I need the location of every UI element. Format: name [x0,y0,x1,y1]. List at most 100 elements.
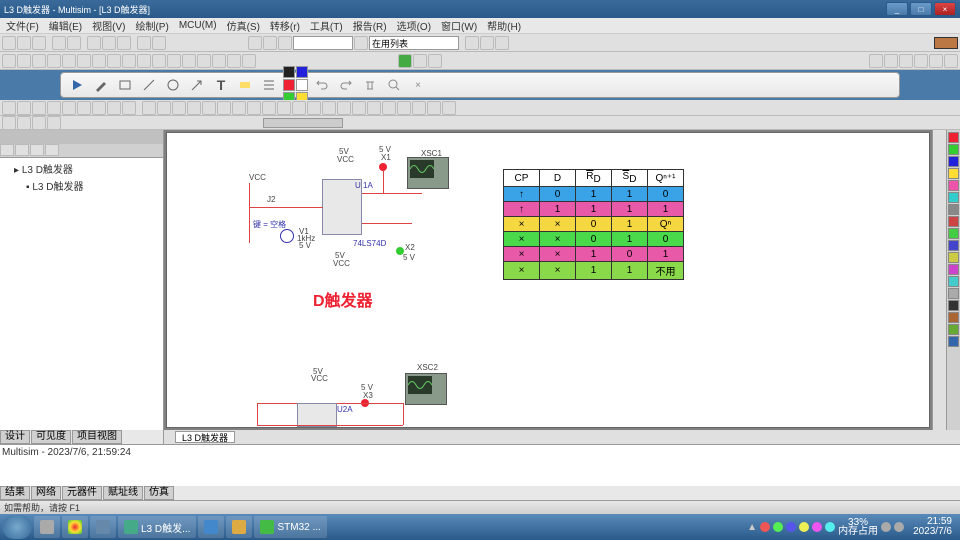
place-10[interactable] [142,101,156,115]
annot-line[interactable] [139,75,159,95]
sheet-tab[interactable]: L3 D触发器 [175,431,235,443]
place-19[interactable] [277,101,291,115]
tb-zoom-out[interactable] [263,36,277,50]
tb-cut[interactable] [87,36,101,50]
comp-b15[interactable] [212,54,226,68]
task-app5[interactable] [198,516,224,538]
place-12[interactable] [172,101,186,115]
annot-text[interactable]: T [211,75,231,95]
strip-0[interactable] [948,132,959,143]
maximize-button[interactable]: □ [910,2,932,16]
instr-5[interactable] [929,54,943,68]
strip-10[interactable] [948,252,959,263]
strip-6[interactable] [948,204,959,215]
place-30[interactable] [442,101,456,115]
annot-search[interactable] [384,75,404,95]
source-v1[interactable] [280,229,294,243]
strip-2[interactable] [948,156,959,167]
start-button[interactable] [2,515,32,539]
bptab-nets[interactable]: 网络 [31,486,61,500]
comp-b5[interactable] [62,54,76,68]
instr-4[interactable] [914,54,928,68]
color-black[interactable] [283,66,295,78]
tb-redo[interactable] [152,36,166,50]
place-24[interactable] [352,101,366,115]
tree-child[interactable]: ▪ L3 D触发器 [2,177,161,194]
annot-rect[interactable] [115,75,135,95]
place-22[interactable] [322,101,336,115]
place-6[interactable] [77,101,91,115]
comp-b4[interactable] [47,54,61,68]
bp-project[interactable]: 项目视图 [72,430,122,444]
color-red[interactable] [283,79,295,91]
tb-new[interactable] [2,36,16,50]
scroll-v[interactable] [932,130,946,430]
bptab-results[interactable]: 结果 [0,486,30,500]
place-29[interactable] [427,101,441,115]
comp-b9[interactable] [122,54,136,68]
tb-paste[interactable] [117,36,131,50]
place-21[interactable] [307,101,321,115]
place-23[interactable] [337,101,351,115]
tb-x[interactable] [465,36,479,50]
place-18[interactable] [262,101,276,115]
z2[interactable] [17,116,31,130]
tb-y[interactable] [480,36,494,50]
scroll-h-track[interactable] [236,430,960,444]
close-button[interactable]: × [934,2,956,16]
bptab-sim[interactable]: 仿真 [144,486,174,500]
menu-transfer[interactable]: 转移(r) [266,18,304,33]
comp-b3[interactable] [32,54,46,68]
tb-zoom-fit[interactable] [278,36,292,50]
comp-b10[interactable] [137,54,151,68]
strip-17[interactable] [948,336,959,347]
clock[interactable]: 21:592023/7/6 [907,517,958,537]
probe-x1[interactable] [379,163,387,171]
tb-open[interactable] [17,36,31,50]
panel-tab-1[interactable] [0,130,163,144]
run-button[interactable] [398,54,412,68]
tb-preview[interactable] [67,36,81,50]
bp-design[interactable]: 设计 [0,430,30,444]
tray-5[interactable] [812,522,822,532]
annot-colors[interactable] [283,66,308,104]
place-4[interactable] [47,101,61,115]
instr-1[interactable] [869,54,883,68]
minimize-button[interactable]: _ [886,2,908,16]
strip-16[interactable] [948,324,959,335]
menu-mcu[interactable]: MCU(M) [175,20,221,31]
ic-u2a[interactable] [297,403,337,427]
comp-b12[interactable] [167,54,181,68]
place-2[interactable] [17,101,31,115]
tray-net[interactable] [881,522,891,532]
zoom-slider[interactable] [263,118,343,128]
place-20[interactable] [292,101,306,115]
strip-13[interactable] [948,288,959,299]
comp-b8[interactable] [107,54,121,68]
mini-1[interactable] [0,144,14,156]
comp-b13[interactable] [182,54,196,68]
menu-window[interactable]: 窗口(W) [437,18,481,33]
strip-11[interactable] [948,264,959,275]
bp-visibility[interactable]: 可见度 [31,430,71,444]
strip-14[interactable] [948,300,959,311]
tb-copy[interactable] [102,36,116,50]
annot-undo[interactable] [312,75,332,95]
annot-highlight[interactable] [235,75,255,95]
annot-play[interactable] [67,75,87,95]
tray-vol[interactable] [894,522,904,532]
menu-options[interactable]: 选项(O) [393,18,435,33]
place-14[interactable] [202,101,216,115]
instr-3[interactable] [899,54,913,68]
menu-edit[interactable]: 编辑(E) [45,18,86,33]
tree-root[interactable]: ▸ L3 D触发器 [2,160,161,177]
oscilloscope-2[interactable] [405,373,447,405]
place-16[interactable] [232,101,246,115]
menu-file[interactable]: 文件(F) [2,18,43,33]
z4[interactable] [47,116,61,130]
place-9[interactable] [122,101,136,115]
menu-reports[interactable]: 报告(R) [349,18,391,33]
tray-2[interactable] [773,522,783,532]
tb-a[interactable] [354,36,368,50]
tray-1[interactable] [760,522,770,532]
